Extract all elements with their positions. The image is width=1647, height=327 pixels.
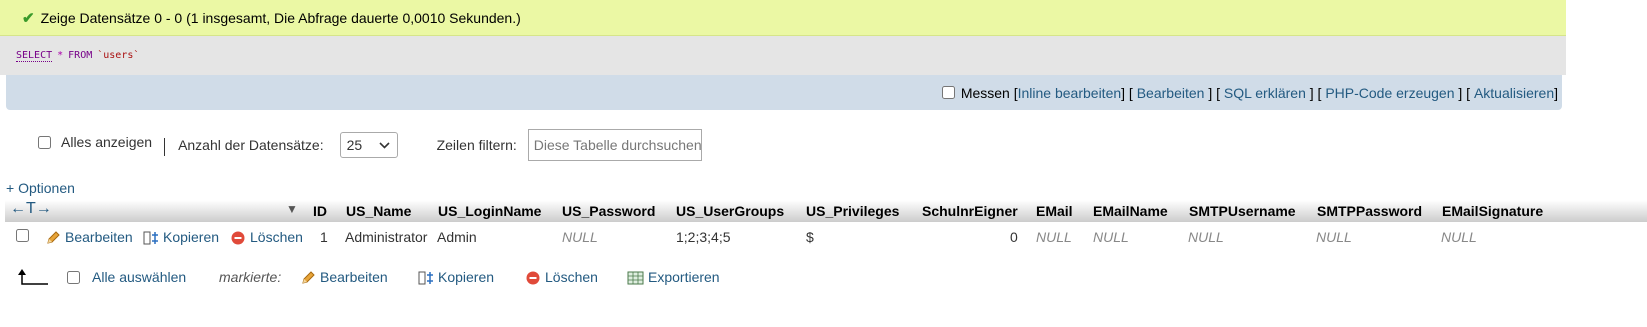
cell-us-usergroups[interactable]: 1;2;3;4;5 (676, 229, 731, 245)
cell-us-name[interactable]: Administrator (345, 229, 427, 245)
table-row: Bearbeiten Kopieren Löschen 1 Administra… (5, 225, 1647, 249)
cell-emailsignature[interactable]: NULL (1441, 229, 1477, 245)
cell-smtppassword[interactable]: NULL (1316, 229, 1352, 245)
cell-id[interactable]: 1 (320, 229, 328, 245)
messen-checkbox[interactable] (941, 86, 955, 99)
sql-select-keyword[interactable]: SELECT (16, 50, 53, 62)
rows-count-select[interactable]: 25 (339, 132, 398, 158)
column-header[interactable]: SMTPPassword (1317, 203, 1422, 219)
bulk-delete-button[interactable]: Löschen (525, 269, 598, 286)
inline-edit-link[interactable]: Inline bearbeiten (1018, 85, 1122, 101)
select-all-checkbox[interactable] (67, 271, 80, 284)
filter-rows-label: Zeilen filtern: (436, 137, 517, 153)
bulk-export-button[interactable]: Exportieren (627, 269, 720, 286)
column-header[interactable]: EMailSignature (1442, 203, 1543, 219)
divider (164, 138, 166, 156)
delete-icon (526, 271, 540, 285)
row-copy-label[interactable]: Kopieren (163, 229, 219, 245)
cell-emailname[interactable]: NULL (1093, 229, 1129, 245)
sql-from-keyword: FROM (68, 50, 93, 61)
column-header[interactable]: SchulnrEigner (922, 203, 1018, 219)
show-all-checkbox[interactable] (38, 135, 51, 149)
bulk-edit-label[interactable]: Bearbeiten (320, 269, 388, 285)
column-header[interactable]: US_Password (562, 203, 655, 219)
sql-table-name: `users` (97, 50, 140, 61)
export-icon (627, 271, 644, 285)
filter-rows-input[interactable]: Diese Tabelle durchsuchen (527, 129, 702, 161)
row-delete-action[interactable]: Löschen (230, 229, 303, 246)
row-delete-label[interactable]: Löschen (250, 229, 303, 245)
bulk-export-label[interactable]: Exportieren (648, 269, 720, 285)
success-message: ✔ Zeige Datensätze 0 - 0 (1 insgesamt, D… (0, 0, 1566, 36)
copy-row-icon (143, 231, 158, 245)
sql-star: * (57, 50, 64, 61)
row-edit-label[interactable]: Bearbeiten (65, 229, 133, 245)
delete-icon (231, 231, 245, 245)
edit-query-link[interactable]: Bearbeiten (1137, 85, 1205, 101)
cell-us-loginname[interactable]: Admin (437, 229, 477, 245)
pencil-icon (47, 231, 60, 244)
options-link[interactable]: + Optionen (6, 180, 75, 196)
cell-us-privileges[interactable]: $ (806, 229, 814, 245)
show-all-label[interactable]: Alles anzeigen (61, 134, 152, 150)
sql-query-box: SELECT * FROM `users` (0, 36, 1566, 75)
row-checkbox[interactable] (16, 229, 29, 242)
rows-count-value: 25 (346, 137, 363, 153)
checkmark-icon: ✔ (22, 9, 35, 27)
messen-label: Messen (960, 84, 1010, 101)
success-message-text: Zeige Datensätze 0 - 0 (1 insgesamt, Die… (40, 9, 521, 26)
navigation-row: Alles anzeigen Anzahl der Datensätze: 25… (0, 126, 1000, 164)
cell-smtpusername[interactable]: NULL (1188, 229, 1224, 245)
bulk-actions-bar: Alle auswählen markierte: Bearbeiten Kop… (0, 264, 760, 292)
bulk-copy-button[interactable]: Kopieren (418, 269, 494, 286)
row-copy-action[interactable]: Kopieren (143, 229, 219, 246)
column-header[interactable]: ID (313, 203, 327, 219)
chevron-down-icon (379, 141, 390, 149)
column-header[interactable]: US_LoginName (438, 203, 541, 219)
column-header[interactable]: EMail (1036, 203, 1073, 219)
column-header[interactable]: US_Privileges (806, 203, 899, 219)
column-header[interactable]: SMTPUsername (1189, 203, 1296, 219)
refresh-link[interactable]: Aktualisieren (1474, 85, 1554, 101)
rows-count-label: Anzahl der Datensätze: (178, 137, 324, 153)
table-header: ←T→ ▼ ID US_Name US_LoginName US_Passwor… (5, 200, 1647, 222)
bulk-copy-label[interactable]: Kopieren (438, 269, 494, 285)
cell-us-password[interactable]: NULL (562, 229, 598, 245)
explain-sql-link[interactable]: SQL erklären (1224, 85, 1306, 101)
column-header[interactable]: US_Name (346, 203, 411, 219)
marked-label: markierte: (219, 269, 282, 285)
query-tools-bar: Messen [Inline bearbeiten] [ Bearbeiten … (6, 75, 1562, 110)
row-edit-action[interactable]: Bearbeiten (45, 229, 133, 246)
cell-email[interactable]: NULL (1036, 229, 1072, 245)
create-php-code-link[interactable]: PHP-Code erzeugen (1325, 85, 1454, 101)
column-resize-arrows-icon[interactable]: ←T→ (10, 200, 52, 218)
bulk-delete-label[interactable]: Löschen (545, 269, 598, 285)
select-all-label[interactable]: Alle auswählen (92, 269, 186, 285)
filter-rows-placeholder: Diese Tabelle durchsuchen (533, 137, 702, 153)
cell-schulnreigner[interactable]: 0 (1010, 229, 1018, 245)
column-header[interactable]: EMailName (1093, 203, 1168, 219)
sort-triangle-icon[interactable]: ▼ (286, 202, 298, 216)
arrow-left-up-icon (18, 269, 48, 285)
copy-row-icon (418, 271, 433, 285)
pencil-icon (302, 271, 315, 284)
bulk-edit-button[interactable]: Bearbeiten (300, 269, 388, 286)
column-header[interactable]: US_UserGroups (676, 203, 784, 219)
